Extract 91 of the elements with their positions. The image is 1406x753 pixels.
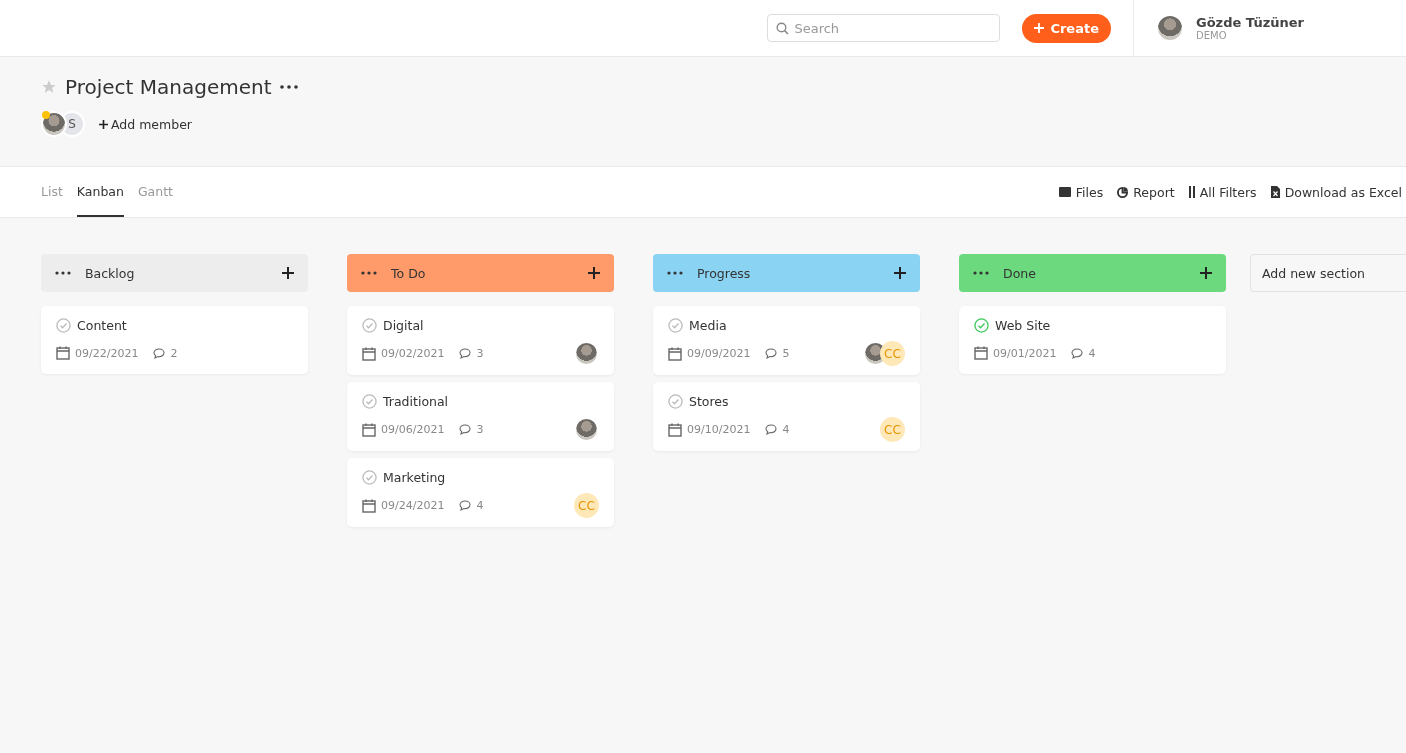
task-card[interactable]: Content 09/22/2021 2 [41,306,308,374]
due-date: 09/22/2021 [75,346,139,360]
due-date: 09/09/2021 [687,347,751,360]
excel-file-icon [1270,186,1280,198]
comment-icon [1071,347,1084,359]
initials-avatar: CC [880,341,905,366]
column-title: Progress [697,265,752,281]
toolbar-action[interactable]: All Filters [1188,184,1257,200]
filter-icon [1188,186,1195,198]
comment-icon [459,500,472,511]
calendar-icon [362,422,376,437]
user-avatar[interactable] [1156,14,1184,42]
task-card[interactable]: Digital 09/02/2021 3 [347,306,614,375]
task-card[interactable]: Traditional 09/06/2021 3 [347,382,614,451]
comment-count: 4 [782,423,790,436]
search-field[interactable]: Search [767,14,1001,42]
calendar-icon [362,346,376,361]
comment-count: 3 [476,423,484,436]
comment-icon [765,348,778,359]
avatar [574,417,599,442]
avatar [574,341,599,366]
task-card[interactable]: Web Site 09/01/2021 4 [959,306,1226,374]
comment-icon [459,424,472,435]
task-card[interactable]: Media 09/09/2021 5 CC [653,306,920,375]
due-date: 09/01/2021 [993,346,1057,360]
star-icon[interactable] [41,79,57,95]
add-member-button[interactable]: Add member [99,116,192,132]
check-circle-icon[interactable] [362,318,377,333]
due-date: 09/02/2021 [381,347,445,360]
check-circle-icon[interactable] [56,318,71,333]
add-task-button[interactable] [1200,267,1212,279]
check-circle-icon[interactable] [668,394,683,409]
plus-icon [282,267,294,279]
plus-icon [588,267,600,279]
task-title: Traditional [383,394,449,409]
due-date: 09/24/2021 [381,499,445,512]
comment-count: 4 [476,499,484,512]
calendar-icon [974,346,988,360]
plus-icon [894,267,906,279]
add-task-button[interactable] [894,267,906,279]
check-circle-icon[interactable] [362,470,377,485]
comment-count: 4 [1088,346,1096,360]
task-title: Web Site [995,318,1051,333]
due-date: 09/06/2021 [381,423,445,436]
plus-icon [1034,23,1045,33]
due-date: 09/10/2021 [687,423,751,436]
more-icon[interactable] [55,271,71,275]
task-card[interactable]: Stores 09/10/2021 4 CC [653,382,920,451]
toolbar-action[interactable]: Report [1117,184,1175,200]
calendar-icon [668,346,682,361]
add-task-button[interactable] [282,267,294,279]
project-title: Project Management [65,75,272,99]
check-circle-icon[interactable] [974,318,989,333]
task-title: Stores [689,394,729,409]
comment-icon [459,348,472,359]
task-title: Content [77,318,127,333]
comment-count: 3 [476,347,484,360]
task-card[interactable]: Marketing 09/24/2021 4 CC [347,458,614,527]
folder-icon [1058,187,1071,197]
calendar-icon [56,346,70,360]
column-title: Backlog [85,265,136,281]
calendar-icon [668,422,682,437]
calendar-icon [362,498,376,513]
toolbar-action[interactable]: Download as Excel [1270,184,1402,200]
column-title: To Do [391,265,427,281]
plus-icon [99,119,108,129]
more-icon[interactable] [667,271,683,275]
pie-chart-icon [1117,186,1129,198]
column-title: Done [1003,265,1037,281]
plus-icon [1200,267,1212,279]
task-title: Marketing [383,470,446,485]
comment-icon [765,424,778,435]
initials-avatar: CC [574,493,599,518]
check-circle-icon[interactable] [362,394,377,409]
task-title: Media [689,318,727,333]
task-title: Digital [383,318,424,333]
initials-avatar: CC [880,417,905,442]
add-task-button[interactable] [588,267,600,279]
user-name: Gözde Tüzüner [1196,15,1304,30]
more-icon[interactable] [973,271,989,275]
search-icon [776,22,790,35]
more-icon[interactable] [361,271,377,275]
toolbar-action[interactable]: Files [1058,184,1104,200]
check-circle-icon[interactable] [668,318,683,333]
user-role: DEMO [1196,30,1228,41]
comment-count: 2 [170,346,178,360]
comment-icon [153,347,166,359]
comment-count: 5 [782,347,790,360]
more-icon[interactable] [279,85,298,89]
add-section-button[interactable]: Add new section [1250,254,1406,292]
view-tab[interactable]: Kanban [76,167,124,217]
